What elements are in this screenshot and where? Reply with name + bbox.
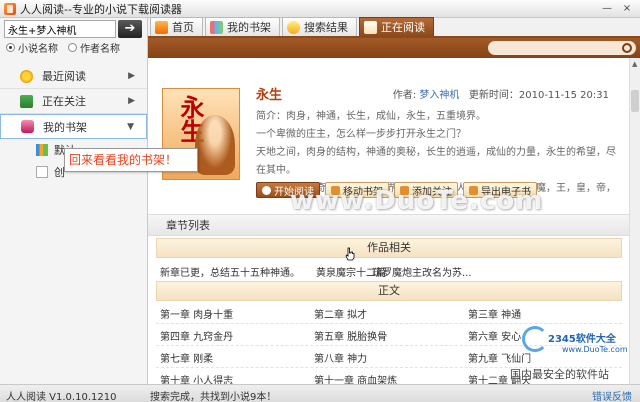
chevron-right-icon: ▶: [128, 71, 135, 81]
search-input[interactable]: [4, 20, 116, 38]
updated-value: 2010-11-15 20:31: [518, 90, 609, 101]
scroll-thumb[interactable]: [631, 90, 639, 112]
version-text: 人人阅读 V1.0.10.1210: [6, 392, 117, 402]
minimize-button[interactable]: —: [600, 3, 614, 15]
cover-figure-icon: [195, 115, 235, 175]
tab-bar: 首页 我的书架 搜索结果 正在阅读: [148, 17, 640, 38]
radio-author-label: 作者名称: [80, 44, 120, 55]
follow-icon: [20, 94, 33, 108]
chapter-link[interactable]: 第三章 神通: [468, 306, 521, 321]
desc-line: 简介：肉身，神通，长生，成仙，永生，五重境界。: [256, 111, 486, 122]
tab-home[interactable]: 首页: [150, 17, 203, 36]
close-button[interactable]: ×: [620, 3, 634, 15]
chevron-right-icon: ▶: [128, 96, 135, 106]
vertical-scrollbar[interactable]: ▲: [629, 58, 640, 384]
tab-reading[interactable]: 正在阅读: [359, 17, 434, 36]
sidebar-item-label: 我的书架: [43, 120, 87, 134]
table-row: 第一章 肉身十重 第二章 拟才 第三章 神通: [156, 302, 622, 324]
sidebar-item-recent[interactable]: 最近阅读 ▶: [0, 64, 147, 89]
open-book-icon: [364, 20, 377, 34]
site-watermark: 2345软件大全: [548, 334, 616, 345]
slogan-watermark: 国内最安全的软件站: [510, 368, 609, 381]
updated-label: 更新时间：: [468, 90, 519, 101]
chapter-link[interactable]: 第六章 安心: [468, 328, 521, 343]
chapter-link[interactable]: 第七章 刚柔: [160, 350, 213, 365]
search-icon: [287, 20, 300, 34]
chapter-link[interactable]: 新章已更，总结五十五种神通。: [160, 264, 300, 279]
chapter-link[interactable]: 第五章 脱胎换骨: [314, 328, 387, 343]
sidebar-item-label: 正在关注: [42, 95, 86, 108]
chapter-list-header: 章节列表: [148, 214, 629, 236]
search-go-button[interactable]: ➔: [118, 20, 142, 38]
chapter-link[interactable]: 第八章 神力: [314, 350, 367, 365]
book-title: 永生: [256, 88, 283, 103]
radio-title[interactable]: 小说名称: [6, 40, 58, 55]
chevron-down-icon: ▼: [127, 121, 134, 132]
author-label: 作者:: [392, 90, 417, 101]
chapter-link[interactable]: 疏罗魔炮主改名为苏...: [372, 264, 472, 279]
author-link[interactable]: 梦入神机: [419, 90, 459, 101]
tab-shelf[interactable]: 我的书架: [205, 17, 280, 36]
tab-label: 正在阅读: [381, 21, 425, 34]
site-logo-icon: [522, 326, 548, 352]
desc-line: 一个卑微的庄主，怎么样一步步打开永生之门？: [256, 129, 466, 140]
title-bar: 人人阅读--专业的小说下载阅读器 — ×: [0, 0, 640, 18]
sidebar-item-shelf[interactable]: 我的书架 ▼: [0, 114, 147, 139]
hand-cursor-icon: [345, 247, 355, 261]
chapter-link[interactable]: 第十一章 商血架炼: [314, 372, 397, 384]
table-row: 新章已更，总结五十五种神通。 黄泉魔宗十二篇 疏罗魔炮主改名为苏...: [156, 260, 622, 282]
tab-label: 搜索结果: [304, 21, 348, 34]
heart-book-icon: [21, 120, 34, 133]
search-options: 小说名称 作者名称: [6, 40, 120, 55]
reading-search-input[interactable]: [488, 41, 636, 55]
radio-unchecked-icon: [68, 43, 77, 52]
chapter-link[interactable]: 第四章 九窍金丹: [160, 328, 233, 343]
search-icon[interactable]: [622, 43, 632, 53]
chapter-link[interactable]: 第十章 小人得志: [160, 372, 233, 384]
sidebar-item-follow[interactable]: 正在关注 ▶: [0, 89, 147, 114]
sidebar-item-label: 最近阅读: [42, 70, 86, 83]
tab-label: 我的书架: [227, 21, 271, 34]
radio-author[interactable]: 作者名称: [68, 40, 120, 55]
play-icon: [262, 185, 271, 195]
chapter-group-header: 作品相关: [156, 238, 622, 258]
status-bar: 人人阅读 V1.0.10.1210 搜索完成，共找到小说9本！ 错误反馈: [0, 384, 640, 402]
radio-title-label: 小说名称: [18, 44, 58, 55]
status-message: 搜索完成，共找到小说9本！: [150, 392, 277, 402]
site-url-watermark: www.DuoTe.com: [562, 345, 628, 354]
recent-icon: [20, 69, 33, 83]
window-title: 人人阅读--专业的小说下载阅读器: [20, 2, 182, 16]
bookshelf-icon: [210, 20, 223, 34]
window-controls: — ×: [600, 3, 634, 15]
reading-toolbar: [148, 38, 640, 58]
chapter-link[interactable]: 第九章 飞仙门: [468, 350, 531, 365]
chapter-group-header: 正文: [156, 281, 622, 301]
shelf-tooltip: 回来看看我的书架！: [64, 148, 198, 172]
chapter-link[interactable]: 第二章 拟才: [314, 306, 367, 321]
book-meta: 作者: 梦入神机 更新时间：2010-11-15 20:31: [393, 86, 609, 101]
search-bar: ➔: [4, 20, 144, 38]
tab-label: 首页: [172, 21, 194, 34]
scroll-up-icon[interactable]: ▲: [632, 60, 637, 68]
radio-checked-icon: [6, 43, 15, 52]
duote-watermark: www.DuoTe.com: [290, 186, 544, 216]
table-row: 第七章 刚柔 第八章 神力 第九章 飞仙门: [156, 346, 622, 368]
desc-line: 天地之间，肉身的结构，神通的奥秘，长生的逍遥，成仙的力量，永生的希望，尽在其中。: [256, 147, 616, 176]
chapter-link[interactable]: 第一章 肉身十重: [160, 306, 233, 321]
bookshelf-icon: [36, 144, 48, 156]
feedback-link[interactable]: 错误反馈: [592, 388, 632, 402]
new-shelf-icon: [36, 166, 48, 178]
home-icon: [155, 20, 168, 34]
left-panel: ➔ 小说名称 作者名称 最近阅读 ▶ 正在关注 ▶ 我的书架 ▼ 默认: [0, 18, 148, 384]
app-logo-icon: [4, 2, 16, 15]
tab-search-results[interactable]: 搜索结果: [282, 17, 357, 36]
